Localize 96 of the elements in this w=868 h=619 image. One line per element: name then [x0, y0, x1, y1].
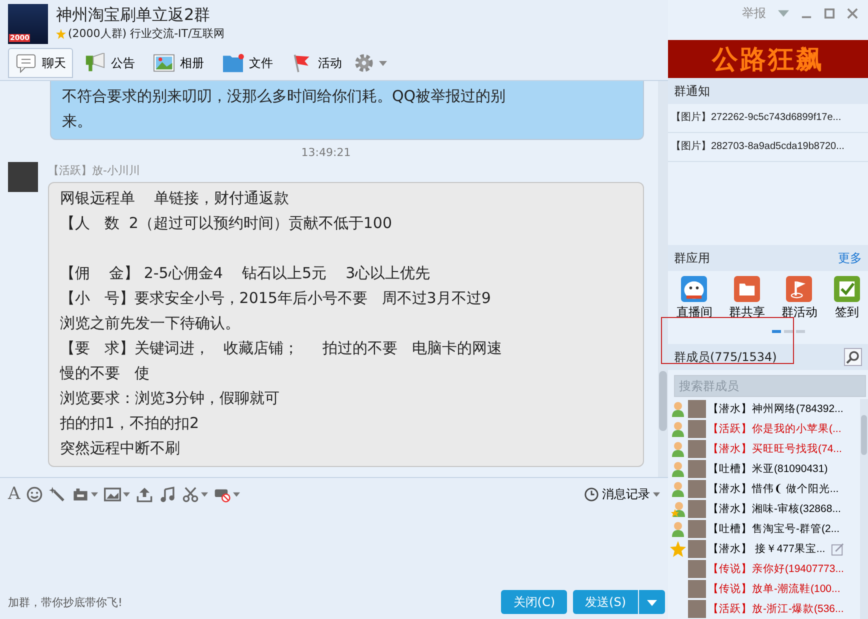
ad-hint-text: 加群，带你抄底带你飞!	[8, 594, 122, 610]
message-text: 拍的扣1，不拍的扣2	[60, 413, 200, 434]
avatar	[688, 520, 706, 538]
sender-name: 【活跃】放-小川川	[48, 163, 141, 178]
person-icon	[671, 401, 685, 417]
caret-icon[interactable]	[233, 492, 240, 496]
notice-item[interactable]: 【图片】272262-9c5c743d6899f17e...	[668, 104, 868, 133]
caret-icon[interactable]	[123, 492, 130, 496]
scrollbar[interactable]	[860, 399, 868, 619]
message-text: 浏览要求：浏览3分钟，假聊就可	[60, 388, 281, 409]
message-text: 【佣 金】 2-5心佣金4 钻石以上5元 3心以上优先	[60, 263, 432, 284]
avatar	[688, 600, 706, 618]
upload-icon[interactable]	[136, 486, 154, 502]
avatar	[688, 440, 706, 458]
picture-icon	[153, 53, 175, 73]
megaphone-icon	[84, 53, 106, 73]
message-text: 来。	[62, 111, 93, 132]
caret-icon[interactable]	[778, 8, 789, 18]
font-button[interactable]: A	[8, 484, 20, 504]
edit-icon[interactable]	[831, 542, 844, 556]
person-star-icon	[671, 501, 685, 517]
avatar	[688, 400, 706, 418]
tab[interactable]: 文件	[215, 48, 280, 78]
avatar	[688, 560, 706, 578]
avatar	[688, 480, 706, 498]
app-button[interactable]: 直播间	[676, 276, 712, 321]
history-button[interactable]: 消息记录	[584, 486, 660, 502]
avatar	[688, 540, 706, 558]
scissors-icon[interactable]	[182, 486, 200, 502]
member-name[interactable]: 【传说】放单-潮流鞋(100...	[708, 582, 840, 596]
caret-icon	[653, 492, 660, 496]
group-category: (2000人群) 行业交流-IT/互联网	[68, 26, 225, 41]
music-icon[interactable]	[159, 486, 176, 502]
message-text: 突然远程中断不刷	[60, 438, 181, 459]
message-time: 13:49:21	[300, 146, 352, 159]
avatar	[8, 162, 38, 192]
star-icon	[56, 28, 66, 38]
apps-title: 群应用	[674, 250, 710, 266]
avatar	[688, 580, 706, 598]
avatar	[688, 420, 706, 438]
message-text: 网银远程单 单链接，财付通返款	[60, 188, 290, 209]
window-title: 神州淘宝刷单立返2群	[56, 4, 212, 26]
avatar	[688, 500, 706, 518]
member-name[interactable]: 【潜水】买旺旺号找我(74...	[708, 442, 842, 456]
notice-title: 群通知	[674, 82, 710, 100]
settings-icon[interactable]	[353, 52, 375, 74]
ad-banner-title: 公路狂飙	[712, 44, 824, 76]
image-icon[interactable]	[104, 486, 122, 502]
tab[interactable]: 聊天	[8, 48, 73, 78]
app-button[interactable]: 群活动	[781, 276, 818, 321]
emoji-icon[interactable]	[26, 486, 44, 502]
message-text: 【要 求】关键词进， 收藏店铺； 拍过的不要 电脑卡的网速	[60, 338, 503, 359]
person-icon	[671, 441, 685, 457]
member-search-field[interactable]: 搜索群成员	[674, 375, 866, 397]
member-name[interactable]: 【吐槽】米亚(81090431)	[708, 462, 828, 476]
member-name[interactable]: 【传说】亲你好(19407773...	[708, 562, 844, 576]
maximize-icon[interactable]	[824, 8, 835, 18]
member-name[interactable]: 【吐槽】售淘宝号-群管(2...	[708, 522, 840, 536]
message-text: 【小 号】要求安全小号，2015年后小号不要 周不过3月不过9	[60, 288, 492, 309]
close-icon[interactable]	[847, 8, 858, 18]
notice-item[interactable]: 【图片】282703-8a9ad5cda19b8720...	[668, 133, 868, 162]
members-title: 群成员(775/1534)	[674, 348, 777, 366]
caret-icon[interactable]	[201, 492, 208, 496]
message-text: 不符合要求的别来叨叨，没那么多时间给你们耗。QQ被举报过的别	[62, 86, 507, 107]
magic-wand-icon[interactable]	[49, 486, 66, 502]
tab[interactable]: 公告	[77, 48, 142, 78]
screenshot-icon[interactable]	[72, 486, 90, 502]
member-name[interactable]: 【活跃】你是我的小苹果(...	[708, 422, 842, 436]
tab[interactable]: 活动	[284, 48, 349, 78]
page-indicator[interactable]	[772, 330, 780, 332]
folder-icon	[222, 53, 244, 73]
member-name[interactable]: 【活跃】放-浙江-爆款(536...	[708, 602, 844, 616]
send-options-button[interactable]	[639, 590, 665, 614]
member-name[interactable]: 【潜水】湘味-审核(32868...	[708, 502, 841, 516]
avatar	[688, 460, 706, 478]
caret-icon	[647, 600, 657, 606]
more-link[interactable]: 更多	[838, 250, 862, 266]
search-button[interactable]	[844, 348, 862, 366]
member-name[interactable]: 【潜水】神州网络(784392...	[708, 402, 844, 416]
caret-icon[interactable]	[379, 60, 387, 66]
scrollbar[interactable]	[658, 81, 668, 477]
caret-icon[interactable]	[91, 492, 98, 496]
message-text: 慢的不要 使	[60, 363, 150, 384]
star-icon	[670, 541, 686, 557]
message-text: 【人 数 2（超过可以预约时间）贡献不低于100	[60, 213, 394, 234]
person-icon	[671, 461, 685, 477]
message-text: 浏览之前先发一下待确认。	[60, 313, 241, 334]
member-name[interactable]: 【潜水】惜伟❨ 做个阳光...	[708, 482, 839, 496]
person-icon	[671, 421, 685, 437]
tab[interactable]: 相册	[146, 48, 211, 78]
person-icon	[671, 521, 685, 537]
chat-bubble-icon	[15, 53, 37, 73]
clock-icon	[584, 486, 599, 502]
app-button[interactable]: 群共享	[728, 276, 765, 321]
member-name[interactable]: 【潜水】 接￥477果宝...	[708, 542, 826, 556]
person-icon	[671, 481, 685, 497]
